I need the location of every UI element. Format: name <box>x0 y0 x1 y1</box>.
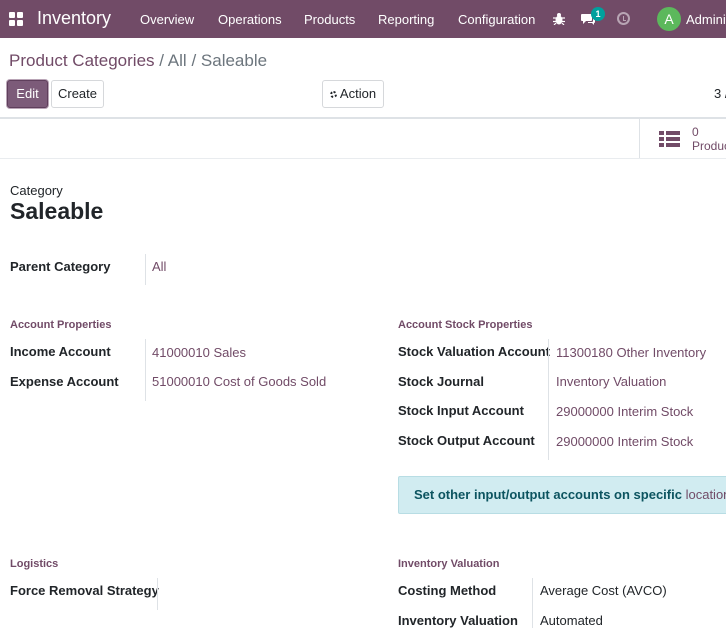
menu-overview[interactable]: Overview <box>140 12 194 27</box>
account-stock-properties-title: Account Stock Properties <box>398 319 533 331</box>
stock-input-account-label: Stock Input Account <box>398 403 524 418</box>
breadcrumb: Product Categories / All / Saleable <box>9 51 267 71</box>
expense-account-label: Expense Account <box>10 374 119 389</box>
action-button-label: Action <box>339 86 377 101</box>
top-navbar: Inventory Overview Operations Products R… <box>0 0 726 38</box>
menu-products[interactable]: Products <box>304 12 355 27</box>
breadcrumb-all: All <box>167 51 187 70</box>
stat-label: Products <box>692 139 726 153</box>
breadcrumb-separator: / <box>159 51 164 70</box>
logistics-title: Logistics <box>10 558 59 570</box>
stock-output-account-value[interactable]: 29000000 Interim Stock <box>556 434 693 449</box>
edit-button[interactable]: Edit <box>7 80 48 108</box>
costing-method-value: Average Cost (AVCO) <box>540 583 667 598</box>
avatar[interactable]: A <box>657 7 681 31</box>
inventory-valuation-label: Inventory Valuation <box>398 613 518 628</box>
pager-value[interactable]: 3 / 3 <box>714 86 726 101</box>
user-name[interactable]: Administrator <box>686 12 726 27</box>
costing-method-label: Costing Method <box>398 583 497 598</box>
parent-category-label: Parent Category <box>10 259 111 274</box>
expense-account-value[interactable]: 51000010 Cost of Goods Sold <box>152 374 326 389</box>
menu-reporting[interactable]: Reporting <box>378 12 434 27</box>
inventory-valuation-value: Automated <box>540 613 603 628</box>
app-brand[interactable]: Inventory <box>37 8 111 29</box>
field-separator <box>145 254 146 285</box>
category-name: Saleable <box>10 198 104 224</box>
products-stat-button[interactable]: 0 Products <box>639 119 726 158</box>
info-alert: Set other input/output accounts on speci… <box>398 476 726 514</box>
create-button[interactable]: Create <box>51 80 104 108</box>
force-removal-strategy-label: Force Removal Strategy <box>10 583 159 598</box>
alert-text: Set other input/output accounts on speci… <box>414 487 682 502</box>
field-separator <box>532 578 533 628</box>
breadcrumb-current: Saleable <box>200 51 268 70</box>
account-properties-title: Account Properties <box>10 319 112 331</box>
stock-journal-label: Stock Journal <box>398 374 484 389</box>
menu-operations[interactable]: Operations <box>218 12 282 27</box>
chat-badge: 1 <box>591 7 605 21</box>
field-separator <box>548 339 549 460</box>
breadcrumb-separator: / <box>191 51 197 70</box>
stat-value: 0 <box>692 125 699 139</box>
inventory-valuation-title: Inventory Valuation <box>398 558 500 570</box>
field-separator <box>157 578 158 610</box>
button-box-divider <box>0 158 726 159</box>
stock-valuation-account-label: Stock Valuation Account <box>398 344 550 359</box>
category-label: Category <box>10 183 63 198</box>
bug-icon[interactable] <box>553 12 565 25</box>
stock-input-account-value[interactable]: 29000000 Interim Stock <box>556 404 693 419</box>
income-account-label: Income Account <box>10 344 111 359</box>
field-separator <box>145 339 146 401</box>
clock-icon[interactable] <box>617 12 630 25</box>
apps-grid-icon[interactable] <box>9 12 23 26</box>
locations-link[interactable]: locations <box>686 487 726 502</box>
parent-category-value[interactable]: All <box>152 259 166 274</box>
income-account-value[interactable]: 41000010 Sales <box>152 345 246 360</box>
stock-output-account-label: Stock Output Account <box>398 433 535 448</box>
form-divider <box>0 117 726 119</box>
gear-icon <box>329 91 337 98</box>
breadcrumb-product-categories[interactable]: Product Categories <box>9 51 155 70</box>
menu-configuration[interactable]: Configuration <box>458 12 535 27</box>
stock-valuation-account-value[interactable]: 11300180 Other Inventory <box>556 345 706 360</box>
stock-journal-value[interactable]: Inventory Valuation <box>556 374 666 389</box>
list-icon <box>659 131 680 147</box>
action-button[interactable]: Action <box>322 80 384 108</box>
